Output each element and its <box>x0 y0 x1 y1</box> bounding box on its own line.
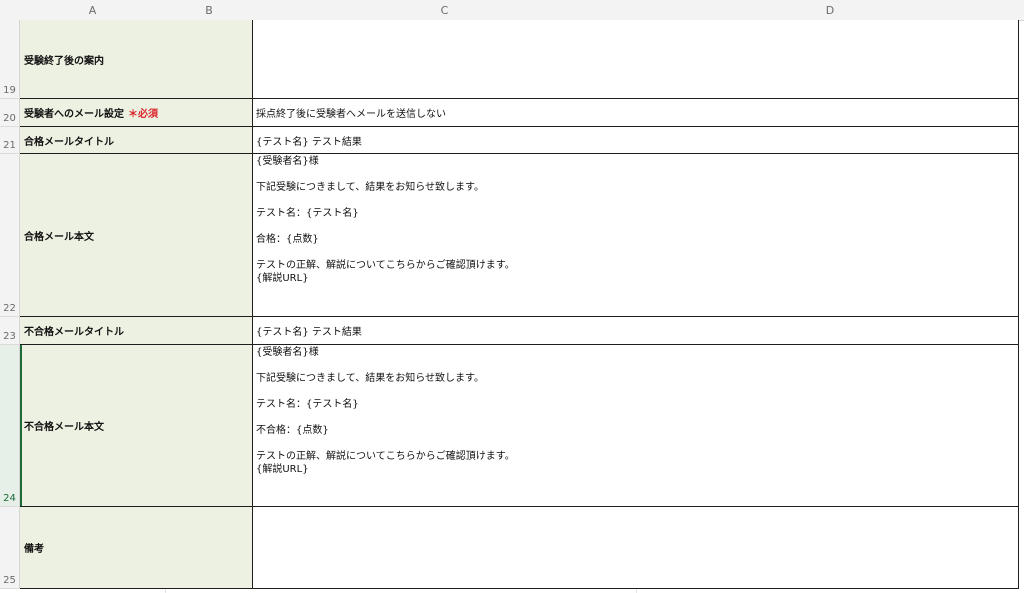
row-header-19[interactable]: 19 <box>0 20 20 99</box>
label-text: 不合格メール本文 <box>24 422 104 433</box>
column-header-a[interactable]: A <box>20 0 166 21</box>
label-text: 受験者へのメール設定 <box>24 109 124 120</box>
label-cell-fail-title[interactable]: 不合格メールタイトル <box>20 317 253 345</box>
body-line: {解説URL} <box>256 464 309 475</box>
value-cell-mail-setting[interactable]: 採点終了後に受験者へメールを送信しない <box>253 99 1019 127</box>
row-header-20[interactable]: 20 <box>0 99 20 127</box>
value-cell-guidance[interactable] <box>253 20 1019 99</box>
label-cell-pass-body[interactable]: 合格メール本文 <box>20 154 253 317</box>
value-cell-pass-title[interactable]: {テスト名} テスト結果 <box>253 127 1019 154</box>
body-line: テストの正解、解説についてこちらからご確認頂けます。 <box>256 260 515 271</box>
row-header-21[interactable]: 21 <box>0 127 20 154</box>
body-line: 下記受験につきまして、結果をお知らせ致します。 <box>256 182 484 193</box>
column-header-d[interactable]: D <box>636 0 1024 21</box>
label-cell-pass-title[interactable]: 合格メールタイトル <box>20 127 253 154</box>
required-badge: ＊必須 <box>128 109 158 120</box>
value-text: 採点終了後に受験者へメールを送信しない <box>256 109 446 120</box>
label-cell-notes[interactable]: 備考 <box>20 507 253 589</box>
value-text: {テスト名} テスト結果 <box>256 136 362 148</box>
row-header-25[interactable]: 25 <box>0 507 20 589</box>
label-text: 受験終了後の案内 <box>24 55 104 67</box>
body-line: テストの正解、解説についてこちらからご確認頂けます。 <box>256 451 515 462</box>
body-line: {受験者名}様 <box>256 156 319 167</box>
row-header-22[interactable]: 22 <box>0 154 20 317</box>
body-line: テスト名：{テスト名} <box>256 399 359 410</box>
value-cell-notes[interactable] <box>253 507 1019 589</box>
body-line: テスト名：{テスト名} <box>256 208 359 219</box>
body-line: {受験者名}様 <box>256 347 319 358</box>
label-text: 合格メール本文 <box>24 231 94 243</box>
value-cell-fail-body[interactable]: {受験者名}様 下記受験につきまして、結果をお知らせ致します。 テスト名：{テス… <box>253 345 1019 507</box>
value-cell-pass-body[interactable]: {受験者名}様 下記受験につきまして、結果をお知らせ致します。 テスト名：{テス… <box>253 154 1019 317</box>
label-cell-mail-setting[interactable]: 受験者へのメール設定 ＊必須 <box>20 99 253 127</box>
value-text: {テスト名} テスト結果 <box>256 327 362 338</box>
label-text: 合格メールタイトル <box>24 136 114 148</box>
body-line: 合格：{点数} <box>256 234 319 245</box>
body-line: 下記受験につきまして、結果をお知らせ致します。 <box>256 373 484 384</box>
column-header-c[interactable]: C <box>253 0 637 21</box>
select-all-corner[interactable] <box>0 0 21 21</box>
body-line: 不合格：{点数} <box>256 425 329 436</box>
value-cell-fail-title[interactable]: {テスト名} テスト結果 <box>253 317 1019 345</box>
row-header-24[interactable]: 24 <box>0 345 20 507</box>
label-cell-fail-body[interactable]: 不合格メール本文 <box>20 345 253 507</box>
label-cell-guidance[interactable]: 受験終了後の案内 <box>20 20 253 99</box>
body-line: {解説URL} <box>256 273 309 284</box>
label-text: 不合格メールタイトル <box>24 327 124 338</box>
column-header-b[interactable]: B <box>165 0 254 21</box>
row-header-23[interactable]: 23 <box>0 317 20 345</box>
label-text: 備考 <box>24 544 44 555</box>
